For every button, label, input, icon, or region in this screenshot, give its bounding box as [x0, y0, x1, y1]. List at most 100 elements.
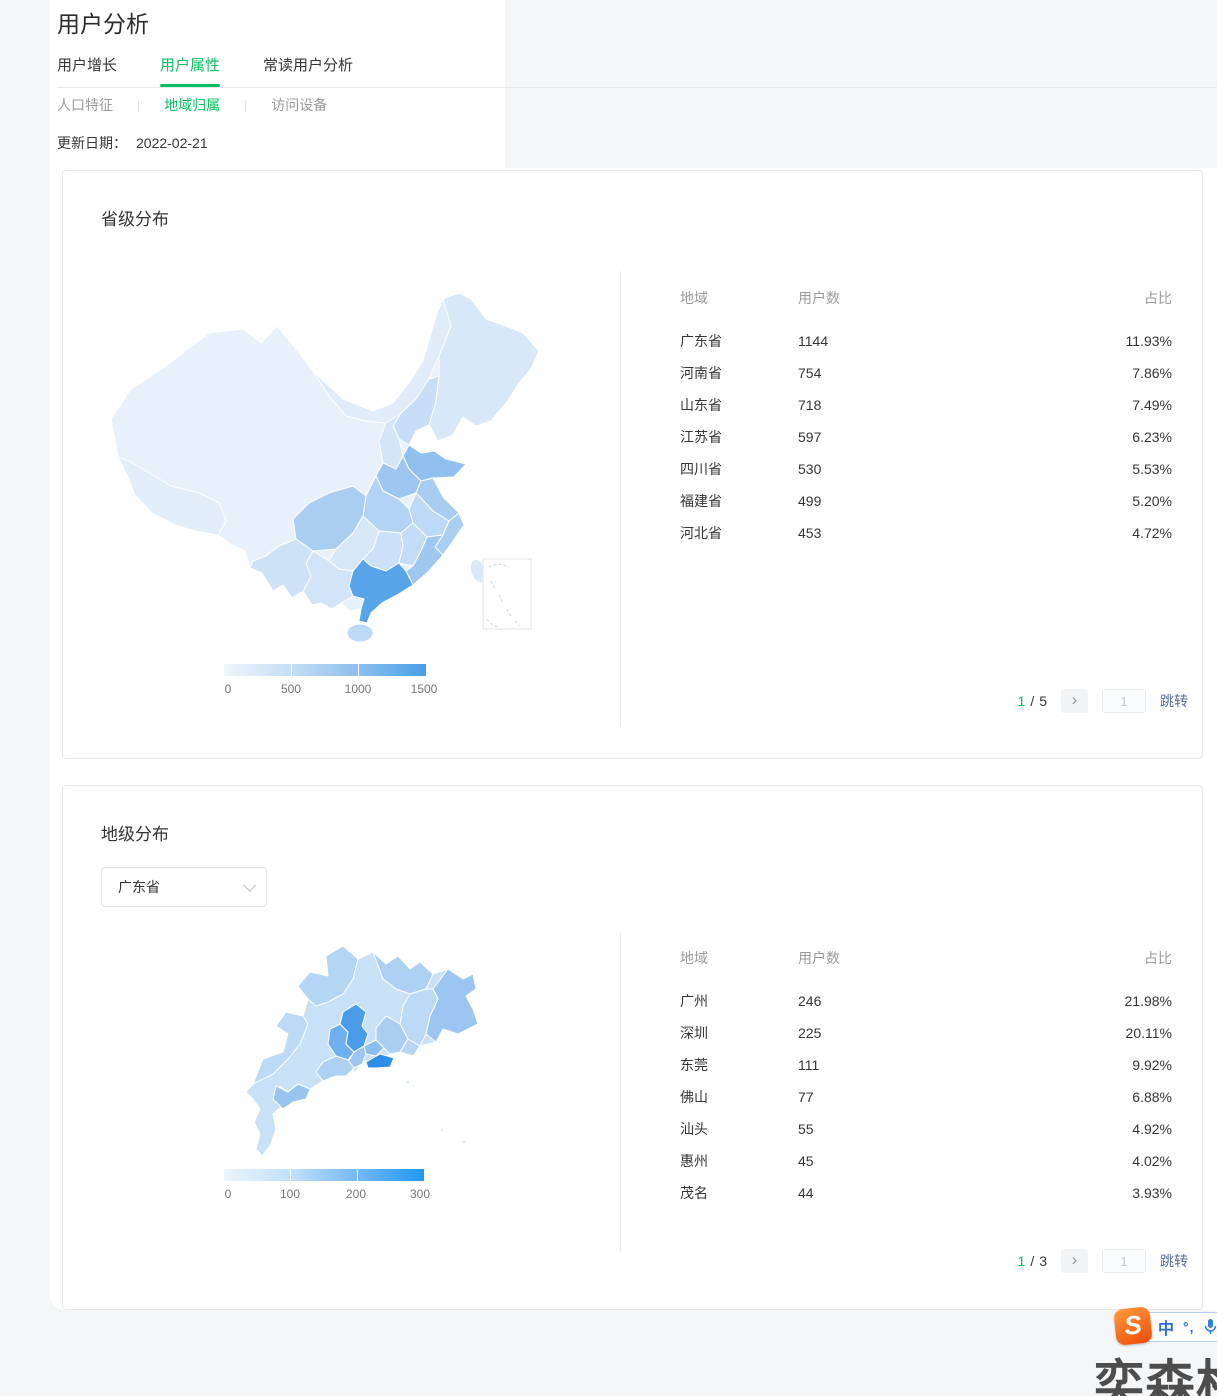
map-legend-gradient [224, 664, 427, 676]
tab-user-growth[interactable]: 用户增长 [57, 54, 117, 87]
cell-share: 6.23% [1132, 429, 1172, 445]
cell-share: 3.93% [1132, 1185, 1172, 1201]
table-row: 山东省 718 7.49% [680, 389, 1172, 421]
cell-users: 754 [798, 365, 822, 381]
province-card-title: 省级分布 [101, 210, 169, 229]
map-legend-gradient [224, 1169, 424, 1181]
tab-regular-readers[interactable]: 常读用户分析 [263, 54, 353, 87]
cell-share: 4.02% [1132, 1153, 1172, 1169]
col-share: 占比 [1144, 290, 1172, 306]
tabbar-divider [57, 87, 1217, 88]
guangdong-choropleth-map[interactable] [158, 934, 528, 1174]
table-header-row: 地域 用户数 占比 [680, 951, 1172, 965]
cell-region: 佛山 [680, 1089, 708, 1105]
city-table: 地域 用户数 占比 广州 246 21.98% 深圳 225 20.11% 东莞… [680, 951, 1172, 1209]
south-china-sea-inset [482, 558, 532, 630]
cell-region: 河南省 [680, 365, 722, 381]
map-legend-ticks: 0 100 200 300 [224, 1187, 430, 1201]
legend-tick: 300 [409, 1187, 431, 1201]
table-row: 惠州 45 4.02% [680, 1145, 1172, 1177]
cell-users: 246 [798, 993, 822, 1009]
page-jump-input[interactable] [1102, 689, 1146, 713]
sub-tabs: 人口特征 | 地域归属 | 访问设备 [57, 95, 327, 115]
cell-share: 5.53% [1132, 461, 1172, 477]
microphone-icon[interactable] [1204, 1319, 1217, 1335]
chevron-down-icon [243, 878, 256, 892]
cell-users: 718 [798, 397, 822, 413]
table-row: 深圳 225 20.11% [680, 1017, 1172, 1049]
next-page-button[interactable]: › [1061, 1249, 1088, 1273]
main-tabs: 用户增长 用户属性 常读用户分析 [57, 54, 396, 87]
cell-users: 1144 [798, 333, 829, 349]
subtab-devices[interactable]: 访问设备 [271, 95, 327, 115]
cell-share: 4.92% [1132, 1121, 1172, 1137]
legend-tick: 1000 [344, 682, 372, 696]
cell-users: 225 [798, 1025, 822, 1041]
table-row: 福建省 499 5.20% [680, 485, 1172, 517]
table-row: 汕头 55 4.92% [680, 1113, 1172, 1145]
cell-share: 4.72% [1132, 525, 1172, 541]
page-title: 用户分析 [57, 11, 149, 37]
cell-share: 9.92% [1132, 1057, 1172, 1073]
cell-share: 7.86% [1132, 365, 1172, 381]
cell-region: 广州 [680, 993, 708, 1009]
cell-users: 45 [798, 1153, 814, 1169]
update-date-label: 更新日期： [57, 135, 127, 151]
legend-tick: 100 [279, 1187, 301, 1201]
col-share: 占比 [1144, 950, 1172, 966]
cell-region: 江苏省 [680, 429, 722, 445]
cell-share: 6.88% [1132, 1089, 1172, 1105]
cell-region: 汕头 [680, 1121, 708, 1137]
china-choropleth-map[interactable] [91, 271, 571, 656]
table-header-row: 地域 用户数 占比 [680, 291, 1172, 305]
legend-tick: 200 [345, 1187, 367, 1201]
table-body: 广州 246 21.98% 深圳 225 20.11% 东莞 111 9.92% [680, 985, 1172, 1209]
card-divider [620, 931, 621, 1251]
cell-region: 河北省 [680, 525, 722, 541]
province-pagination: 1 / 5 › 跳转 [1018, 689, 1188, 713]
jump-link[interactable]: 跳转 [1160, 691, 1188, 711]
page-jump-input[interactable] [1102, 1249, 1146, 1273]
card-divider [620, 271, 621, 726]
cell-region: 福建省 [680, 493, 722, 509]
city-card-title: 地级分布 [101, 825, 169, 844]
subtab-demographics[interactable]: 人口特征 [57, 95, 113, 115]
ime-punctuation-toggle[interactable]: °, [1183, 1319, 1195, 1335]
cell-users: 55 [798, 1121, 814, 1137]
city-distribution-card: 地级分布 广东省 0 100 200 300 地域 用户数 占比 广州 246 … [62, 785, 1203, 1310]
province-table: 地域 用户数 占比 广东省 1144 11.93% 河南省 754 7.86% [680, 291, 1172, 549]
cell-users: 111 [798, 1057, 820, 1073]
tab-user-attributes[interactable]: 用户属性 [160, 54, 221, 87]
subtab-separator: | [137, 98, 141, 112]
table-row: 东莞 111 9.92% [680, 1049, 1172, 1081]
cell-region: 东莞 [680, 1057, 708, 1073]
subtab-separator: | [244, 98, 248, 112]
cell-region: 四川省 [680, 461, 722, 477]
cell-share: 11.93% [1125, 333, 1172, 349]
map-legend-ticks: 0 500 1000 1500 [224, 682, 438, 696]
jump-link[interactable]: 跳转 [1160, 1251, 1188, 1271]
current-page: 1 [1017, 693, 1026, 709]
subtab-region[interactable]: 地域归属 [164, 95, 220, 115]
user-analysis-page: 用户分析 用户增长 用户属性 常读用户分析 人口特征 | 地域归属 | 访问设备… [0, 0, 1217, 1396]
ime-toolbar: S 中 °, [1113, 1306, 1217, 1346]
page-separator: / [1030, 693, 1035, 709]
cell-region: 深圳 [680, 1025, 708, 1041]
sogou-ime-logo-icon[interactable]: S [1113, 1306, 1153, 1346]
province-distribution-card: 省级分布 0 500 1000 1500 地域 用户数 占比 广东省 1144 … [62, 170, 1203, 759]
table-row: 四川省 530 5.53% [680, 453, 1172, 485]
cell-share: 7.49% [1132, 397, 1172, 413]
province-select[interactable]: 广东省 [101, 867, 267, 907]
ime-mode-toggle[interactable]: 中 [1158, 1315, 1174, 1339]
table-row: 茂名 44 3.93% [680, 1177, 1172, 1209]
province-select-value: 广东省 [118, 879, 160, 895]
cell-region: 广东省 [680, 333, 722, 349]
cell-users: 597 [798, 429, 822, 445]
legend-tick: 0 [224, 1187, 232, 1201]
cell-users: 453 [798, 525, 822, 541]
next-page-button[interactable]: › [1061, 689, 1088, 713]
table-row: 广州 246 21.98% [680, 985, 1172, 1017]
watermark-text: 奕森格 [1094, 1356, 1217, 1396]
legend-tick: 1500 [410, 682, 438, 696]
cell-users: 77 [798, 1089, 814, 1105]
